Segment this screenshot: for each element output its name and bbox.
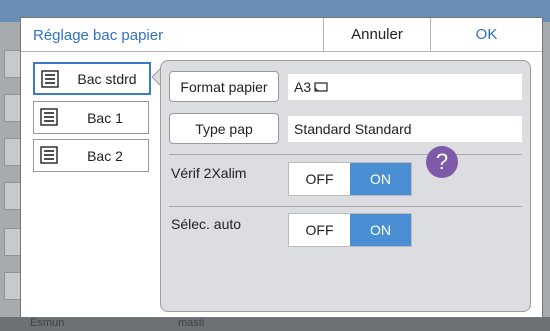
paper-stack-icon	[41, 70, 59, 88]
dialog-header: Réglage bac papier Annuler OK	[21, 18, 542, 52]
paper-format-button[interactable]: Format papier	[169, 71, 279, 102]
cancel-button[interactable]: Annuler	[323, 18, 430, 51]
tray-tab-1[interactable]: Bac 1	[33, 101, 149, 134]
settings-panel: Format papier A3 Type pap Standard Stand…	[160, 60, 531, 312]
double-feed-toggle: OFF ON	[288, 162, 412, 196]
help-icon[interactable]: ?	[426, 146, 458, 178]
paper-stack-icon	[40, 108, 58, 126]
background-footer-text: Ésmun	[30, 317, 65, 329]
paper-type-value: Standard Standard	[288, 116, 522, 142]
landscape-orientation-icon	[314, 82, 328, 92]
double-feed-on-button[interactable]: ON	[350, 163, 411, 195]
ok-button[interactable]: OK	[430, 18, 542, 51]
paper-type-button[interactable]: Type pap	[169, 113, 279, 144]
auto-select-toggle: OFF ON	[288, 213, 412, 247]
tray-tab-label: Bac stdrd	[77, 70, 137, 87]
auto-select-label: Sélec. auto	[171, 216, 242, 232]
double-feed-label: Vérif 2Xalim	[171, 165, 247, 181]
tray-tab-2[interactable]: Bac 2	[33, 139, 149, 172]
background-footer-text: masti	[178, 317, 205, 329]
tray-tab-label: Bac 2	[87, 147, 123, 164]
auto-select-on-button[interactable]: ON	[350, 214, 411, 246]
paper-tray-dialog: Réglage bac papier Annuler OK Bac stdrd …	[20, 17, 543, 318]
paper-format-value: A3	[288, 74, 522, 100]
divider	[169, 154, 522, 155]
double-feed-off-button[interactable]: OFF	[289, 163, 350, 195]
tray-tab-standard[interactable]: Bac stdrd	[33, 62, 151, 95]
paper-stack-icon	[40, 146, 58, 164]
divider	[169, 206, 522, 207]
dialog-title: Réglage bac papier	[33, 27, 164, 44]
paper-format-text: A3	[294, 79, 312, 95]
auto-select-off-button[interactable]: OFF	[289, 214, 350, 246]
tray-tab-label: Bac 1	[87, 109, 123, 126]
background-footer: Ésmun masti	[0, 317, 550, 331]
